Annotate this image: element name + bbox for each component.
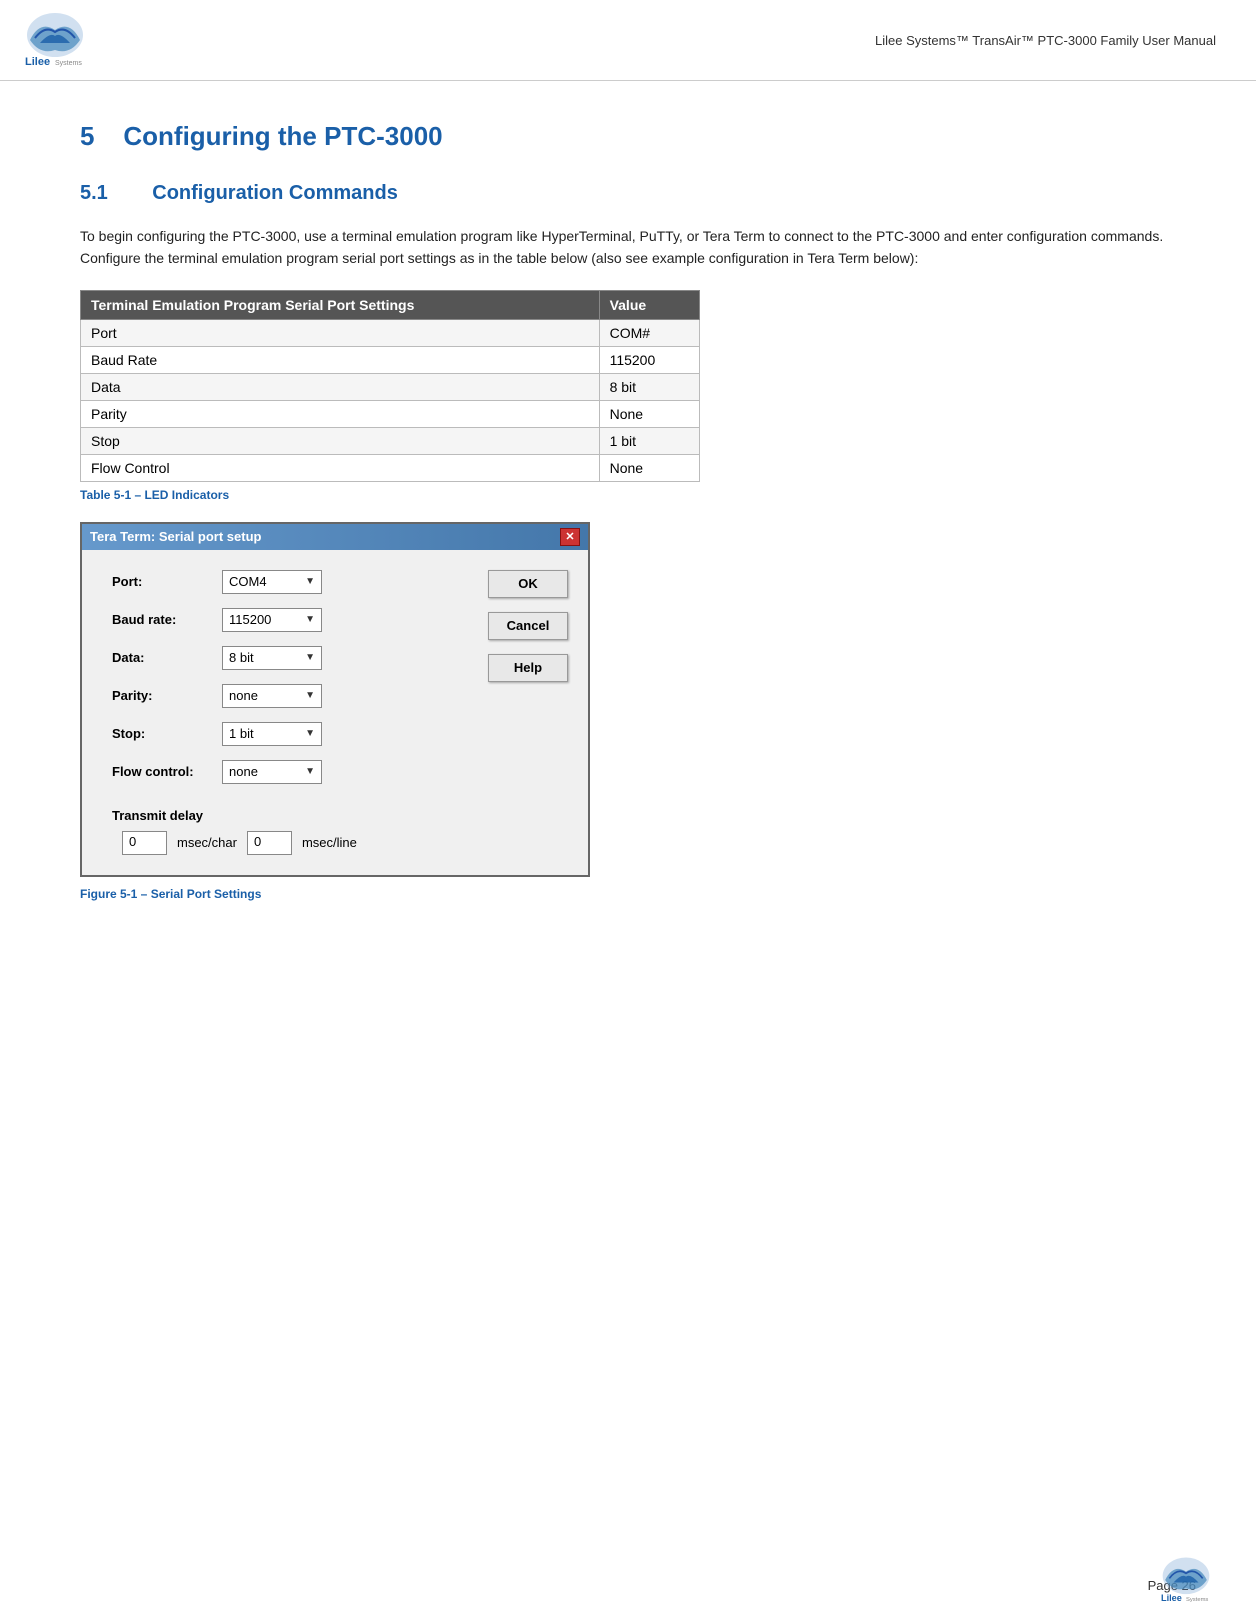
dropdown-arrow-icon: ▼ (305, 576, 315, 587)
table-row: ParityNone (81, 400, 700, 427)
field-control-value: 8 bit (229, 650, 305, 665)
dropdown-arrow-icon: ▼ (305, 728, 315, 739)
dropdown-arrow-icon: ▼ (305, 690, 315, 701)
transmit-delay-section: Transmit delay 0 msec/char 0 msec/line (112, 798, 468, 855)
field-control[interactable]: 8 bit▼ (222, 646, 322, 670)
dropdown-arrow-icon: ▼ (305, 766, 315, 777)
field-label: Port: (112, 574, 222, 589)
msec-line-label: msec/line (302, 835, 357, 850)
table-row: Baud Rate115200 (81, 346, 700, 373)
dialog-field-row: Port:COM4▼ (112, 570, 468, 594)
field-control[interactable]: COM4▼ (222, 570, 322, 594)
table-row: Stop1 bit (81, 427, 700, 454)
transmit-delay-row: 0 msec/char 0 msec/line (122, 831, 468, 855)
transmit-delay-label: Transmit delay (112, 808, 468, 823)
ok-button[interactable]: OK (488, 570, 568, 598)
dialog-close-button[interactable]: ✕ (560, 528, 580, 546)
cancel-button[interactable]: Cancel (488, 612, 568, 640)
svg-text:Lilee: Lilee (1161, 1593, 1182, 1603)
field-control-value: 115200 (229, 612, 305, 627)
dropdown-arrow-icon: ▼ (305, 614, 315, 625)
chapter-number: 5 (80, 121, 94, 151)
figure-caption: Figure 5-1 – Serial Port Settings (80, 887, 1176, 901)
dialog-field-row: Flow control:none▼ (112, 760, 468, 784)
chapter-title: Configuring the PTC-3000 (123, 121, 442, 151)
table-cell-value: None (599, 400, 699, 427)
table-cell-value: None (599, 454, 699, 481)
table-row: PortCOM# (81, 319, 700, 346)
section-heading: 5.1 Configuration Commands (80, 182, 1176, 205)
dialog-field-row: Baud rate:115200▼ (112, 608, 468, 632)
field-control-value: none (229, 688, 305, 703)
field-control[interactable]: none▼ (222, 760, 322, 784)
table-cell-setting: Flow Control (81, 454, 600, 481)
dialog-title: Tera Term: Serial port setup (90, 529, 261, 544)
header-title: Lilee Systems™ TransAir™ PTC-3000 Family… (875, 33, 1216, 48)
field-control-value: none (229, 764, 305, 779)
help-button[interactable]: Help (488, 654, 568, 682)
header-logo: Lilee Systems (20, 10, 90, 70)
section-title: Configuration Commands (152, 182, 398, 204)
svg-text:Lilee: Lilee (25, 56, 50, 68)
lilee-logo-icon: Lilee Systems (20, 10, 90, 70)
table-cell-value: 115200 (599, 346, 699, 373)
dropdown-arrow-icon: ▼ (305, 652, 315, 663)
field-label: Baud rate: (112, 612, 222, 627)
table-row: Data8 bit (81, 373, 700, 400)
field-label: Stop: (112, 726, 222, 741)
chapter-heading: 5 Configuring the PTC-3000 (80, 121, 1176, 152)
dialog-fields: Port:COM4▼Baud rate:115200▼Data:8 bit▼Pa… (112, 570, 468, 855)
dialog-body: Port:COM4▼Baud rate:115200▼Data:8 bit▼Pa… (82, 550, 588, 875)
table-cell-setting: Parity (81, 400, 600, 427)
field-control-value: 1 bit (229, 726, 305, 741)
svg-text:Systems: Systems (55, 60, 82, 67)
field-label: Data: (112, 650, 222, 665)
dialog-field-row: Data:8 bit▼ (112, 646, 468, 670)
table-cell-setting: Stop (81, 427, 600, 454)
dialog-titlebar: Tera Term: Serial port setup ✕ (82, 524, 588, 550)
footer-logo: Lilee Systems (1156, 1555, 1216, 1608)
table-caption: Table 5-1 – LED Indicators (80, 488, 1176, 502)
settings-table: Terminal Emulation Program Serial Port S… (80, 290, 700, 482)
dialog-field-row: Parity:none▼ (112, 684, 468, 708)
table-cell-value: COM# (599, 319, 699, 346)
field-control[interactable]: none▼ (222, 684, 322, 708)
table-cell-value: 1 bit (599, 427, 699, 454)
field-control[interactable]: 1 bit▼ (222, 722, 322, 746)
msec-char-input[interactable]: 0 (122, 831, 167, 855)
dialog-buttons: OK Cancel Help (488, 570, 568, 855)
table-cell-value: 8 bit (599, 373, 699, 400)
table-header-setting: Terminal Emulation Program Serial Port S… (81, 290, 600, 319)
dialog-field-row: Stop:1 bit▼ (112, 722, 468, 746)
table-cell-setting: Port (81, 319, 600, 346)
svg-text:Systems: Systems (1186, 1597, 1208, 1603)
table-row: Flow ControlNone (81, 454, 700, 481)
table-cell-setting: Baud Rate (81, 346, 600, 373)
footer-lilee-logo-icon: Lilee Systems (1156, 1555, 1216, 1605)
page-header: Lilee Systems Lilee Systems™ TransAir™ P… (0, 0, 1256, 81)
tera-term-dialog: Tera Term: Serial port setup ✕ Port:COM4… (80, 522, 590, 877)
body-paragraph: To begin configuring the PTC-3000, use a… (80, 225, 1176, 270)
table-header-value: Value (599, 290, 699, 319)
field-control[interactable]: 115200▼ (222, 608, 322, 632)
field-label: Parity: (112, 688, 222, 703)
section-number: 5.1 (80, 182, 108, 204)
field-control-value: COM4 (229, 574, 305, 589)
field-label: Flow control: (112, 764, 222, 779)
msec-char-label: msec/char (177, 835, 237, 850)
dialog-wrapper: Tera Term: Serial port setup ✕ Port:COM4… (80, 522, 1176, 877)
msec-line-input[interactable]: 0 (247, 831, 292, 855)
table-cell-setting: Data (81, 373, 600, 400)
main-content: 5 Configuring the PTC-3000 5.1 Configura… (0, 81, 1256, 961)
